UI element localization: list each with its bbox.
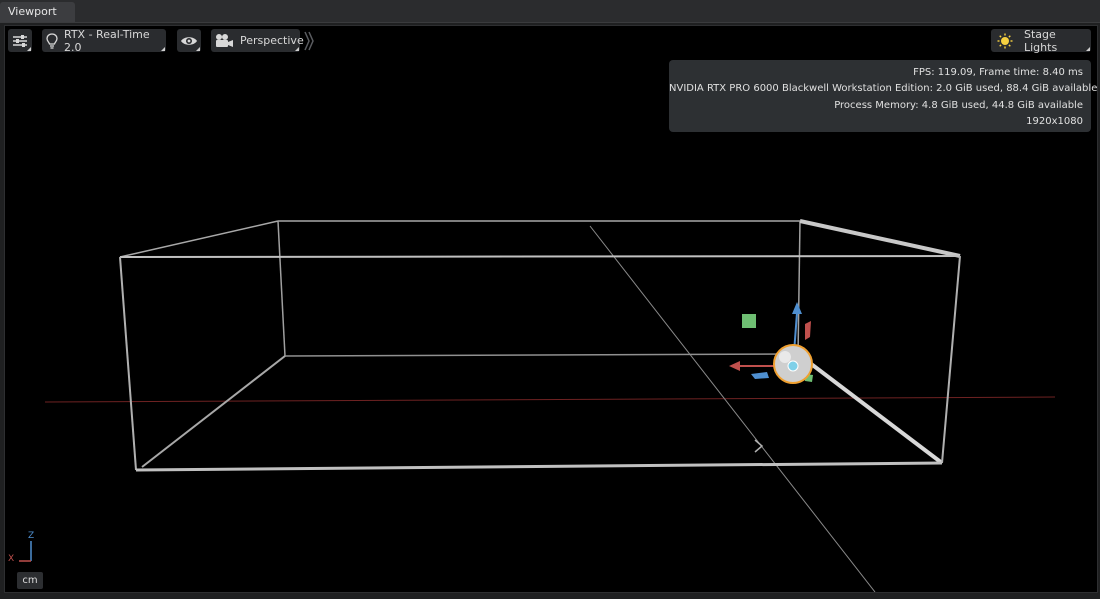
sliders-icon — [12, 34, 28, 48]
dropdown-corner-icon — [1086, 47, 1090, 51]
visibility-button[interactable] — [177, 29, 201, 52]
xy-plane-handle — [751, 372, 769, 379]
settings-button[interactable] — [8, 29, 32, 52]
dropdown-corner-icon — [196, 47, 200, 51]
axis-orientation-gizmo: Z X — [7, 531, 47, 571]
bounding-box — [119, 219, 961, 472]
tab-viewport[interactable]: Viewport — [0, 2, 75, 22]
lightbulb-icon — [46, 32, 58, 49]
fps-readout: FPS: 119.09, Frame time: 8.40 ms — [913, 67, 1083, 78]
units-button[interactable]: cm — [17, 572, 43, 589]
yz-plane-handle — [805, 321, 811, 340]
dropdown-corner-icon — [295, 47, 299, 51]
eye-icon — [180, 35, 198, 47]
z-axis-label: Z — [28, 531, 35, 541]
renderer-dropdown[interactable]: RTX - Real-Time 2.0 — [42, 27, 166, 54]
viewport[interactable]: RTX - Real-Time 2.0 Perspective Stage Li… — [4, 25, 1098, 593]
double-chevron-right-icon[interactable] — [303, 30, 315, 52]
sun-icon — [997, 33, 1013, 49]
x-axis-label: X — [8, 554, 15, 564]
xz-plane-handle — [742, 314, 756, 328]
lighting-dropdown[interactable]: Stage Lights — [991, 27, 1091, 54]
lighting-label: Stage Lights — [1024, 27, 1058, 54]
process-memory-readout: Process Memory: 4.8 GiB used, 44.8 GiB a… — [834, 99, 1083, 111]
resolution-readout: 1920x1080 — [1026, 115, 1083, 127]
gpu-memory-readout: NVIDIA RTX PRO 6000 Blackwell Workstatio… — [669, 83, 1098, 95]
dropdown-corner-icon — [161, 47, 165, 51]
x-axis-ground-line — [44, 396, 1056, 403]
tab-bar: Viewport — [0, 0, 1100, 23]
camera-label: Perspective — [240, 34, 304, 47]
transform-gizmo — [729, 302, 813, 384]
y-axis-ground-line — [589, 225, 876, 592]
renderer-label: RTX - Real-Time 2.0 — [64, 27, 150, 54]
stats-overlay: FPS: 119.09, Frame time: 8.40 ms NVIDIA … — [669, 60, 1098, 132]
camera-dropdown[interactable]: Perspective — [211, 29, 304, 52]
dropdown-corner-icon — [27, 47, 31, 51]
movie-camera-icon — [214, 33, 234, 49]
